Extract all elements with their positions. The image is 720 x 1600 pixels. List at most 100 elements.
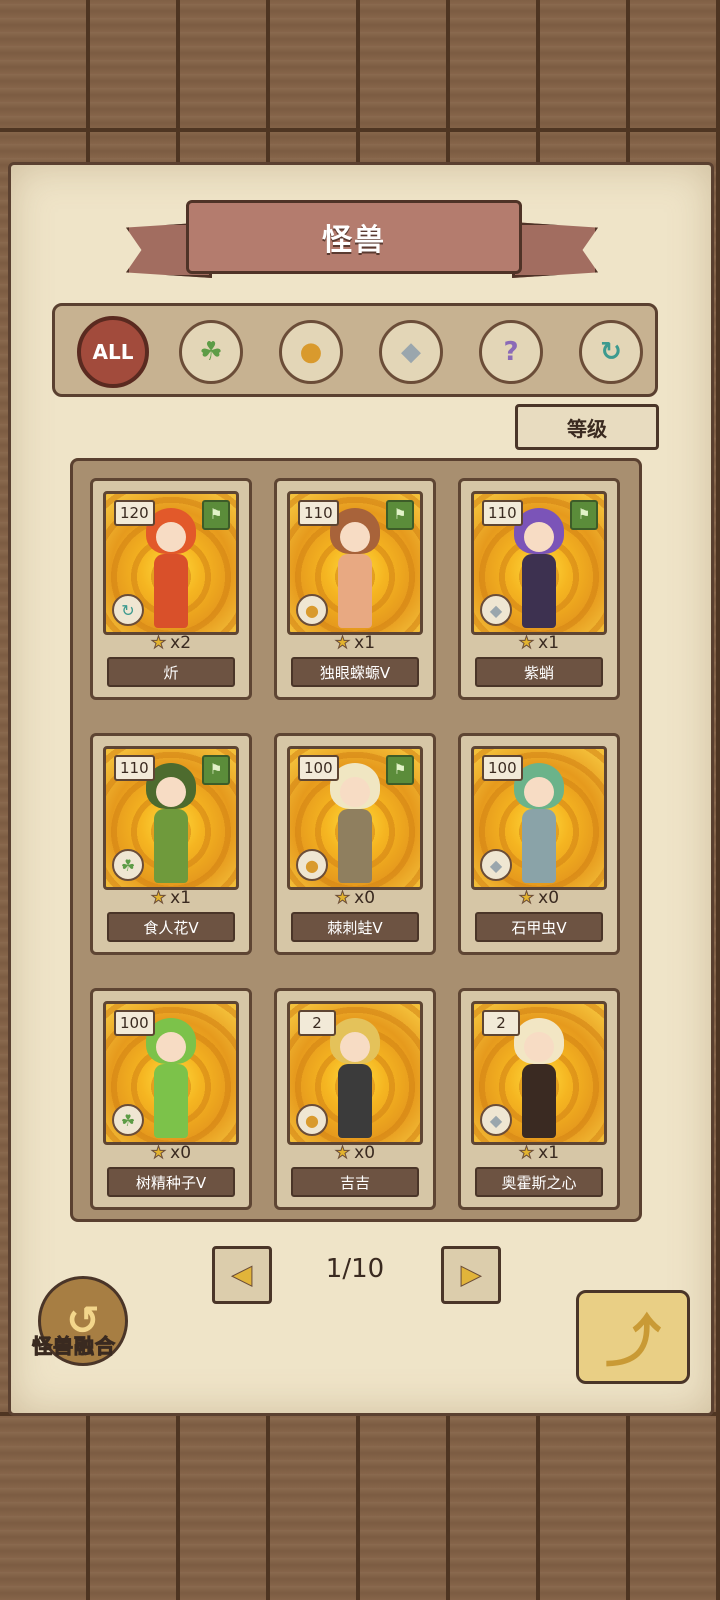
monster-body [338, 809, 372, 883]
monster-name: 吉吉 [291, 1167, 419, 1197]
monster-name: 独眼蝾螈V [291, 657, 419, 687]
monster-face [340, 1032, 370, 1062]
sort-level-button[interactable]: 等级 [515, 404, 659, 450]
monster-level: 110 [482, 500, 523, 526]
chevron-left-icon: ◀ [232, 1260, 253, 1291]
monster-face [156, 777, 186, 807]
crystal-icon: ◆ [480, 849, 512, 881]
monster-level: 100 [114, 1010, 155, 1036]
filter-question-button[interactable]: ? [479, 320, 543, 384]
monster-portrait: 120 ⚑ ↻ [103, 491, 239, 635]
back-button[interactable]: ⤴ [576, 1290, 690, 1384]
star-icon: ★ [334, 888, 351, 909]
monster-card[interactable]: 110 ⚑ ● ★ x1 独眼蝾螈V [274, 478, 436, 700]
monster-face [156, 1032, 186, 1062]
filter-paw-button[interactable]: ● [279, 320, 343, 384]
monster-portrait: 100 ☘ [103, 1001, 239, 1145]
crystal-icon: ◆ [480, 594, 512, 626]
monster-name: 炘 [107, 657, 235, 687]
flag-icon: ⚑ [202, 500, 230, 530]
monster-card[interactable]: 110 ⚑ ◆ ★ x1 紫蛸 [458, 478, 620, 700]
monster-level: 2 [298, 1010, 336, 1036]
fusion-label[interactable]: 怪兽融合 [32, 1330, 132, 1359]
monster-portrait: 110 ⚑ ● [287, 491, 423, 635]
monster-card[interactable]: 2 ◆ ★ x1 奥霍斯之心 [458, 988, 620, 1210]
star-icon: ★ [150, 1143, 167, 1164]
monster-card[interactable]: 110 ⚑ ☘ ★ x1 食人花V [90, 733, 252, 955]
question-icon: ? [503, 337, 519, 367]
monster-stars: ★ x1 [277, 633, 433, 654]
monster-body [338, 554, 372, 628]
monster-stars: ★ x1 [461, 633, 617, 654]
monster-count: x1 [538, 633, 560, 653]
star-icon: ★ [518, 1143, 535, 1164]
monster-face [524, 522, 554, 552]
monster-face [524, 777, 554, 807]
monster-stars: ★ x0 [93, 1143, 249, 1164]
monster-name: 食人花V [107, 912, 235, 942]
star-icon: ★ [334, 633, 351, 654]
filter-swirl-button[interactable]: ↻ [579, 320, 643, 384]
monster-count: x1 [538, 1143, 560, 1163]
monster-body [154, 554, 188, 628]
flag-icon: ⚑ [570, 500, 598, 530]
monster-level: 120 [114, 500, 155, 526]
paw-icon: ● [299, 337, 323, 367]
monster-name: 棘刺蛙V [291, 912, 419, 942]
filter-crystal-button[interactable]: ◆ [379, 320, 443, 384]
monster-body [154, 1064, 188, 1138]
monster-body [338, 1064, 372, 1138]
all-icon: ALL [92, 340, 134, 364]
next-page-button[interactable]: ▶ [441, 1246, 501, 1304]
filter-leaf-button[interactable]: ☘ [179, 320, 243, 384]
monster-count: x1 [354, 633, 376, 653]
monster-card[interactable]: 120 ⚑ ↻ ★ x2 炘 [90, 478, 252, 700]
monster-stars: ★ x0 [461, 888, 617, 909]
monster-portrait: 100 ⚑ ● [287, 746, 423, 890]
monster-portrait: 2 ● [287, 1001, 423, 1145]
paw-icon: ● [296, 1104, 328, 1136]
monster-count: x0 [354, 888, 376, 908]
back-arrow-icon: ⤴ [605, 1309, 661, 1375]
monster-card[interactable]: 2 ● ★ x0 吉吉 [274, 988, 436, 1210]
monster-card[interactable]: 100 ⚑ ● ★ x0 棘刺蛙V [274, 733, 436, 955]
flag-icon: ⚑ [386, 500, 414, 530]
monster-stars: ★ x1 [93, 888, 249, 909]
swirl-icon: ↻ [600, 337, 622, 367]
monster-stars: ★ x0 [277, 888, 433, 909]
monster-name: 石甲虫V [475, 912, 603, 942]
monster-portrait: 100 ◆ [471, 746, 607, 890]
flag-icon: ⚑ [202, 755, 230, 785]
monster-body [522, 554, 556, 628]
swirl-icon: ↻ [112, 594, 144, 626]
monster-body [522, 1064, 556, 1138]
monster-portrait: 2 ◆ [471, 1001, 607, 1145]
leaf-icon: ☘ [112, 1104, 144, 1136]
wood-seam [0, 128, 720, 132]
page-title: 怪兽 [322, 223, 386, 258]
monster-name: 紫蛸 [475, 657, 603, 687]
star-icon: ★ [150, 888, 167, 909]
monster-face [340, 777, 370, 807]
star-icon: ★ [150, 633, 167, 654]
monster-stars: ★ x2 [93, 633, 249, 654]
leaf-icon: ☘ [199, 337, 223, 367]
monster-count: x1 [170, 888, 192, 908]
monster-level: 110 [298, 500, 339, 526]
monster-level: 100 [482, 755, 523, 781]
star-icon: ★ [518, 888, 535, 909]
monster-body [154, 809, 188, 883]
monster-count: x2 [170, 633, 192, 653]
monster-stars: ★ x1 [461, 1143, 617, 1164]
monster-stars: ★ x0 [277, 1143, 433, 1164]
monster-card[interactable]: 100 ☘ ★ x0 树精种子V [90, 988, 252, 1210]
monster-level: 2 [482, 1010, 520, 1036]
filter-all-button[interactable]: ALL [77, 316, 149, 388]
monster-count: x0 [538, 888, 560, 908]
monster-card[interactable]: 100 ◆ ★ x0 石甲虫V [458, 733, 620, 955]
monster-portrait: 110 ⚑ ☘ [103, 746, 239, 890]
page-indicator: 1/10 [325, 1254, 385, 1284]
flag-icon: ⚑ [386, 755, 414, 785]
prev-page-button[interactable]: ◀ [212, 1246, 272, 1304]
monster-level: 100 [298, 755, 339, 781]
